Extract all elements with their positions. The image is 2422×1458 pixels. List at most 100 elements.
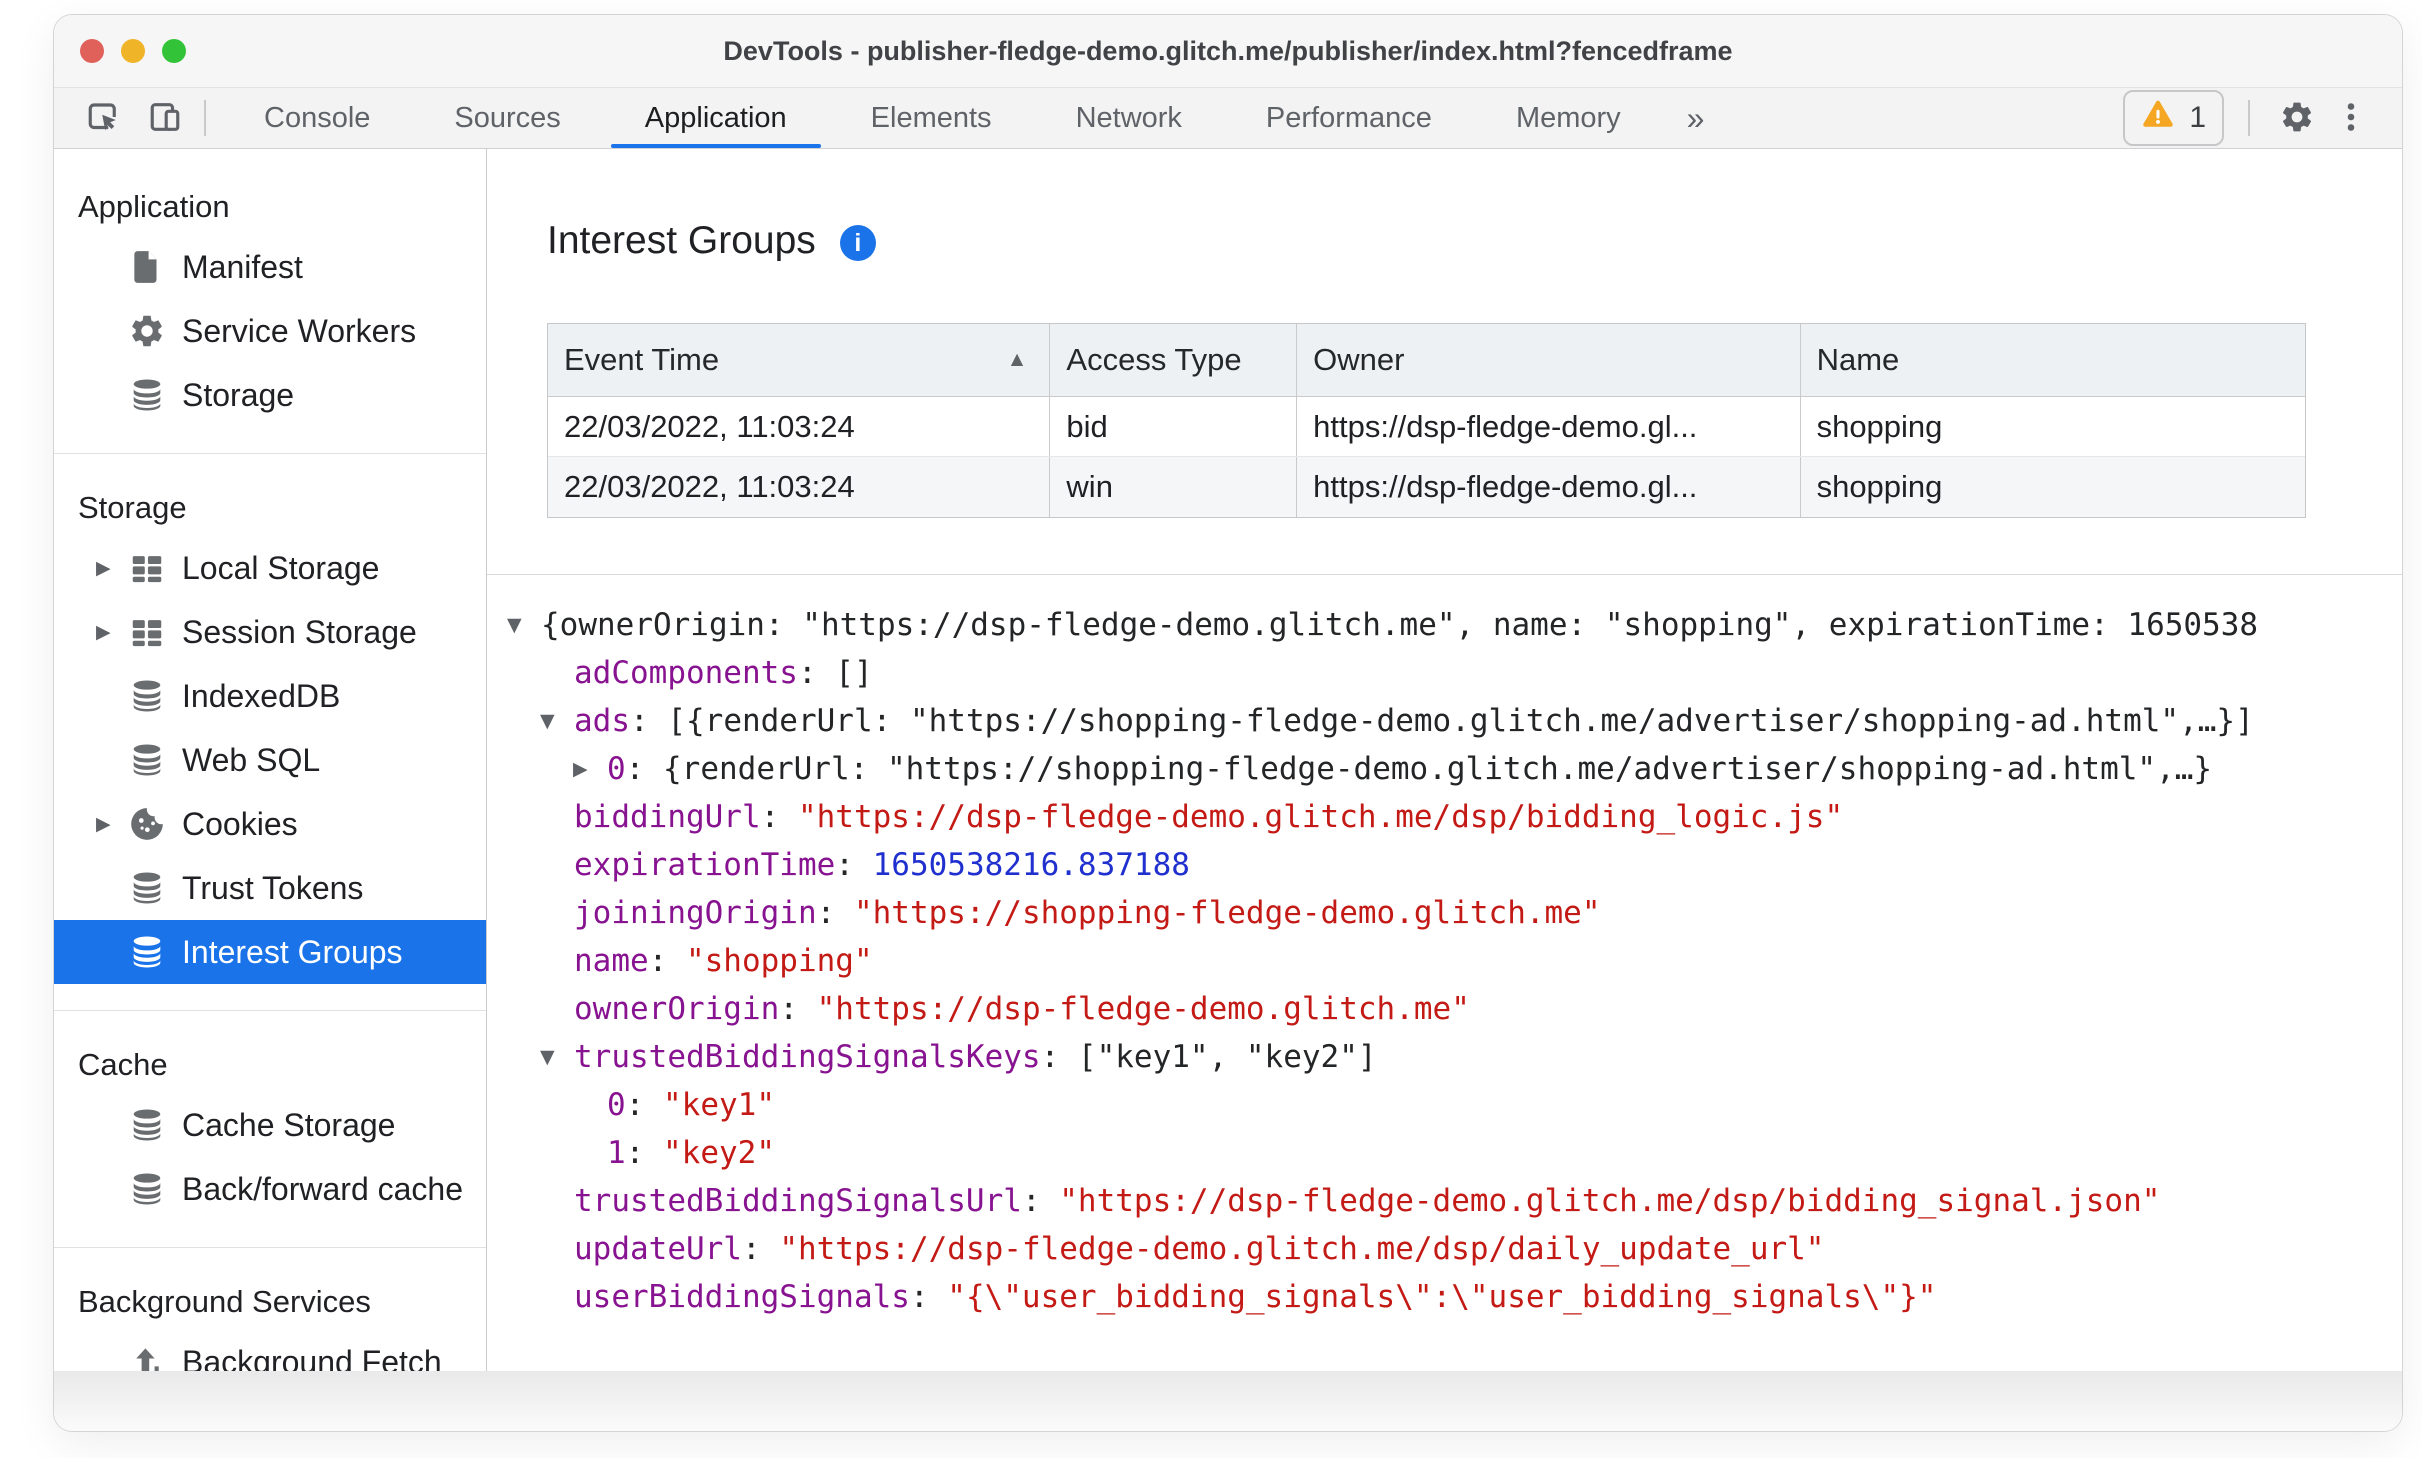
table-row[interactable]: 22/03/2022, 11:03:24 bid https://dsp-fledg… <box>548 397 2305 457</box>
database-icon <box>128 741 166 779</box>
sidebar-item-service-workers[interactable]: ▶ Service Workers <box>54 299 486 363</box>
sidebar-item-indexeddb[interactable]: ▶ IndexedDB <box>54 664 486 728</box>
close-window-button[interactable] <box>80 39 104 63</box>
tree-node[interactable]: ownerOrigin: "https://dsp-fledge-demo.gl… <box>487 985 2402 1033</box>
disclosure-triangle-icon[interactable]: ▶ <box>573 758 607 780</box>
tree-node[interactable]: ▼ ads: [{renderUrl: "https://shopping-fle… <box>487 697 2402 745</box>
tab-network[interactable]: Network <box>1034 88 1224 148</box>
json-key: 0 <box>607 751 626 787</box>
chevron-double-right-icon: » <box>1686 99 1705 136</box>
json-plain: : ["key1", "key2"] <box>1040 1039 1377 1075</box>
tree-node[interactable]: joiningOrigin: "https://shopping-fledge-… <box>487 889 2402 937</box>
sidebar-section-background-services: Background Services ▶ Background Fetch <box>54 1247 486 1420</box>
tree-node[interactable]: biddingUrl: "https://dsp-fledge-demo.gli… <box>487 793 2402 841</box>
table-icon <box>128 549 166 587</box>
sidebar-item-cookies[interactable]: ▶ Cookies <box>54 792 486 856</box>
more-tabs-button[interactable]: » <box>1663 88 1729 148</box>
disclosure-triangle-icon[interactable]: ▶ <box>96 557 128 580</box>
json-string: "shopping" <box>685 943 873 979</box>
column-header-owner[interactable]: Owner <box>1297 324 1801 396</box>
settings-button[interactable] <box>2274 95 2320 141</box>
fetch-arrows-icon <box>128 1343 166 1381</box>
zoom-window-button[interactable] <box>162 39 186 63</box>
interest-groups-panel: Interest Groups i Event Time ▲ Access Type… <box>487 149 2402 1431</box>
gear-icon <box>128 312 166 350</box>
json-plain: : <box>741 1231 780 1267</box>
sidebar-item-interest-groups[interactable]: ▶ Interest Groups <box>54 920 486 984</box>
tab-memory[interactable]: Memory <box>1474 88 1663 148</box>
disclosure-triangle-icon[interactable]: ▼ <box>540 710 574 732</box>
tab-elements[interactable]: Elements <box>829 88 1034 148</box>
json-number: 1650538216.837188 <box>872 847 1190 883</box>
tree-node[interactable]: ▼ trustedBiddingSignalsKeys: ["key1", "ke… <box>487 1033 2402 1081</box>
sidebar-item-back-forward-cache[interactable]: ▶ Back/forward cache <box>54 1157 486 1221</box>
tree-node[interactable]: updateUrl: "https://dsp-fledge-demo.glit… <box>487 1225 2402 1273</box>
tab-performance[interactable]: Performance <box>1224 88 1474 148</box>
json-plain: : [{renderUrl: "https://shopping-fledge-… <box>630 703 2254 739</box>
column-header-name[interactable]: Name <box>1801 324 2305 396</box>
tree-node[interactable]: name: "shopping" <box>487 937 2402 985</box>
tree-node[interactable]: 1: "key2" <box>487 1129 2402 1177</box>
tree-node[interactable]: trustedBiddingSignalsUrl: "https://dsp-f… <box>487 1177 2402 1225</box>
tree-node[interactable]: userBiddingSignals: "{\"user_bidding_sig… <box>487 1273 2402 1321</box>
sidebar-item-local-storage[interactable]: ▶ Local Storage <box>54 536 486 600</box>
tree-node[interactable]: 0: "key1" <box>487 1081 2402 1129</box>
minimize-window-button[interactable] <box>121 39 145 63</box>
disclosure-triangle-icon[interactable]: ▼ <box>507 614 541 636</box>
sidebar-item-manifest[interactable]: ▶ Manifest <box>54 235 486 299</box>
tree-node[interactable]: ▼ {ownerOrigin: "https://dsp-fledge-demo.… <box>487 601 2402 649</box>
tree-node[interactable]: expirationTime: 1650538216.837188 <box>487 841 2402 889</box>
inspect-element-button[interactable] <box>80 95 126 141</box>
column-header-event-time[interactable]: Event Time ▲ <box>548 324 1051 396</box>
table-header-row: Event Time ▲ Access Type Owner Name <box>548 324 2305 397</box>
sidebar-section-title: Storage <box>78 490 187 525</box>
kebab-menu-button[interactable] <box>2328 95 2374 141</box>
json-key: adComponents <box>574 655 798 691</box>
json-key: name <box>574 943 649 979</box>
info-icon[interactable]: i <box>839 225 876 261</box>
devtools-window: DevTools - publisher-fledge-demo.glitch.… <box>54 15 2402 1431</box>
json-plain: : <box>625 1087 663 1123</box>
tab-application[interactable]: Application <box>603 88 829 148</box>
table-row[interactable]: 22/03/2022, 11:03:24 win https://dsp-fledg… <box>548 457 2305 517</box>
column-header-access-type[interactable]: Access Type <box>1050 324 1298 396</box>
device-toolbar-icon <box>147 99 183 138</box>
sort-ascending-icon: ▲ <box>1006 348 1028 371</box>
database-icon <box>128 677 166 715</box>
tab-strip: Console Sources Application Elements Network… <box>222 88 1663 148</box>
json-plain: : <box>779 991 817 1027</box>
json-plain: {ownerOrigin: "https://dsp-fledge-demo.g… <box>541 607 2259 643</box>
file-icon <box>128 248 166 286</box>
cell-owner: https://dsp-fledge-demo.gl... <box>1297 397 1801 456</box>
json-plain: : {renderUrl: "https://shopping-fledge-d… <box>625 751 2213 787</box>
json-plain: : <box>625 1135 663 1171</box>
cell-owner: https://dsp-fledge-demo.gl... <box>1297 457 1801 517</box>
sidebar-item-trust-tokens[interactable]: ▶ Trust Tokens <box>54 856 486 920</box>
sidebar-item-web-sql[interactable]: ▶ Web SQL <box>54 728 486 792</box>
disclosure-triangle-icon[interactable]: ▼ <box>540 1046 574 1068</box>
sidebar-section-title: Background Services <box>78 1284 371 1319</box>
database-icon <box>128 1106 166 1144</box>
tree-node[interactable]: ▶ 0: {renderUrl: "https://shopping-fledge… <box>487 745 2402 793</box>
cookie-icon <box>128 805 166 843</box>
device-toolbar-button[interactable] <box>142 95 188 141</box>
sidebar-section-application: Application ▶ Manifest ▶ Service Workers… <box>54 153 486 453</box>
json-key: userBiddingSignals <box>574 1279 910 1315</box>
window-title: DevTools - publisher-fledge-demo.glitch.… <box>723 35 1733 66</box>
disclosure-triangle-icon[interactable]: ▶ <box>96 813 128 836</box>
json-key: trustedBiddingSignalsKeys <box>574 1039 1041 1075</box>
json-plain: : <box>909 1279 948 1315</box>
tab-sources[interactable]: Sources <box>412 88 602 148</box>
toolbar-separator <box>204 100 206 136</box>
tree-node[interactable]: adComponents: [] <box>487 649 2402 697</box>
sidebar-item-background-fetch[interactable]: ▶ Background Fetch <box>54 1330 486 1394</box>
json-string: "key2" <box>663 1135 775 1171</box>
json-plain: : <box>835 847 873 883</box>
json-string: "{\"user_bidding_signals\":\"user_biddin… <box>947 1279 1937 1315</box>
console-warnings-button[interactable]: 1 <box>2123 90 2224 146</box>
tab-console[interactable]: Console <box>222 88 412 148</box>
sidebar-item-session-storage[interactable]: ▶ Session Storage <box>54 600 486 664</box>
sidebar-item-storage[interactable]: ▶ Storage <box>54 363 486 427</box>
disclosure-triangle-icon[interactable]: ▶ <box>96 621 128 644</box>
sidebar-item-cache-storage[interactable]: ▶ Cache Storage <box>54 1093 486 1157</box>
